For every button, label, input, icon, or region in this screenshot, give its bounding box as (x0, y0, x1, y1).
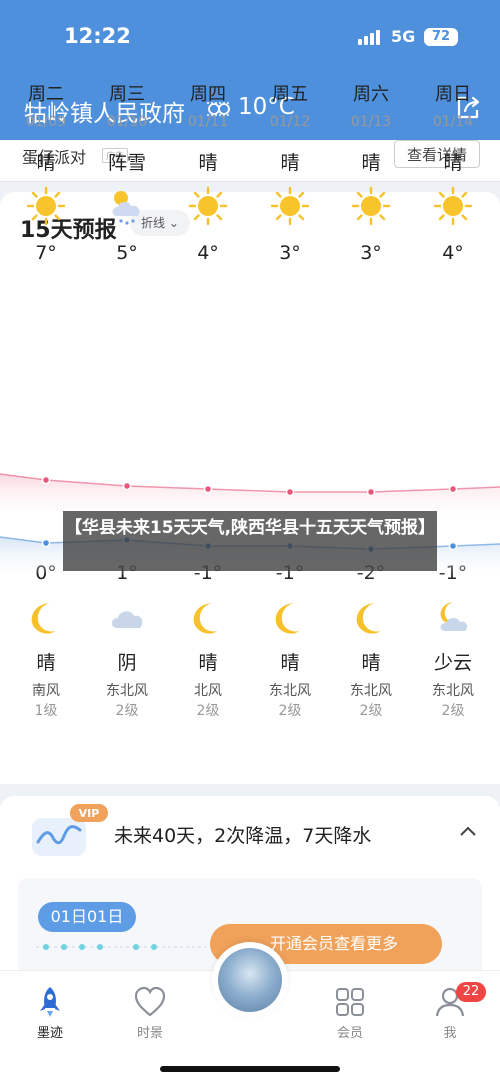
nav-item-scenes[interactable]: 时景 (120, 1022, 180, 1041)
forecast-night-condition: 晴 (280, 652, 300, 674)
sun-icon (26, 186, 66, 226)
nav-item-moji[interactable]: 墨迹 (20, 1022, 80, 1041)
battery-indicator: 72 (424, 28, 458, 46)
forecast-day-name: 周三 (109, 84, 145, 105)
forecast-night-condition: 少云 (433, 652, 472, 674)
forecast-day-name: 周日 (435, 84, 471, 105)
forecast-night-condition: 晴 (361, 652, 381, 674)
forecast-date: 01/14 (432, 114, 474, 130)
forecast-day-column[interactable]: 周四 01/11 晴 4° (168, 82, 248, 266)
forecast-day-condition: 晴 (280, 152, 300, 174)
forecast-high-temp: 7° (35, 242, 57, 264)
forecast-day-name: 周二 (28, 84, 64, 105)
forecast-wind-direction: 东北风 (269, 683, 311, 699)
forecast-day-condition: 晴 (198, 152, 218, 174)
status-bar: 12:22 5G 72 (0, 0, 500, 76)
vip-trend-icon: VIP (30, 802, 110, 858)
nav-item-me[interactable]: 我 (420, 1022, 480, 1041)
cloud-icon (107, 598, 147, 638)
moon-icon (270, 598, 310, 638)
forecast-high-temp: 5° (116, 242, 138, 264)
sun-icon (270, 186, 310, 226)
moon-icon (188, 598, 228, 638)
forecast-day-column[interactable]: 周六 01/13 晴 3° (331, 82, 411, 266)
grid-icon[interactable] (332, 984, 368, 1020)
forecast-wind-direction: 东北风 (432, 683, 474, 699)
chevron-up-icon[interactable] (458, 824, 478, 838)
forecast-day-name: 周四 (190, 84, 226, 105)
forecast-wind-level: 2级 (359, 703, 383, 719)
forecast-wind-direction: 东北风 (350, 683, 392, 699)
forecast-date: 01/09 (25, 114, 67, 130)
forecast-wind-level: 2级 (196, 703, 220, 719)
forecast-night-condition: 晴 (36, 652, 56, 674)
forecast-day-condition: 晴 (443, 152, 463, 174)
forecast-wind-level: 2级 (115, 703, 139, 719)
nav-item-member[interactable]: 会员 (320, 1022, 380, 1041)
forecast-high-temp: 4° (197, 242, 219, 264)
forecast-day-condition: 阵雪 (107, 152, 146, 174)
scene-thumbnail[interactable] (218, 948, 282, 1012)
forecast-high-temp: 4° (442, 242, 464, 264)
rocket-icon[interactable] (32, 984, 68, 1020)
forecast-wind-level: 1级 (34, 703, 58, 719)
sun-icon (351, 186, 391, 226)
forecast-high-temp: 3° (279, 242, 301, 264)
forecast-day-name: 周六 (353, 84, 389, 105)
forecast-night-condition: 阴 (117, 652, 137, 674)
forecast-wind-level: 2级 (441, 703, 465, 719)
forecast-date: 01/10 (106, 114, 148, 130)
forecast-night-condition: 晴 (198, 652, 218, 674)
forecast-wind-direction: 南风 (32, 683, 60, 699)
heart-icon[interactable] (132, 984, 168, 1020)
forecast-day-condition: 晴 (36, 152, 56, 174)
forecast-day-name: 周五 (272, 84, 308, 105)
forecast-day-column[interactable]: 周三 01/10 阵雪 5° (87, 82, 167, 266)
open-vip-label: 开通会员查看更多 (270, 934, 399, 953)
forecast-date: 01/11 (187, 114, 229, 130)
forecast-wind-direction: 北风 (194, 683, 222, 699)
vip-badge: VIP (79, 807, 100, 820)
article-title-overlay: 【华县未来15天天气,陕西华县十五天天气预报】 (63, 511, 437, 571)
signal-icon (358, 30, 380, 45)
sun-icon (433, 186, 473, 226)
moon-icon (351, 598, 391, 638)
network-type: 5G (391, 27, 416, 46)
forecast-day-column[interactable]: 周五 01/12 晴 3° (250, 82, 330, 266)
notification-badge: 22 (456, 982, 486, 1002)
status-time: 12:22 (64, 24, 131, 48)
snow-shower-icon (107, 186, 147, 226)
forecast-wind-level: 2级 (278, 703, 302, 719)
forecast-day-column[interactable]: 周日 01/14 晴 4° (413, 82, 493, 266)
forecast-date: 01/13 (350, 114, 392, 130)
sun-icon (188, 186, 228, 226)
partly-cloudy-night-icon (433, 598, 473, 638)
forecast-day-column[interactable]: 周二 01/09 晴 7° (6, 82, 86, 266)
moon-icon (26, 598, 66, 638)
home-indicator (160, 1066, 340, 1072)
forecast-wind-direction: 东北风 (106, 683, 148, 699)
vip-summary: 未来40天，2次降温，7天降水 (114, 825, 372, 847)
forecast-day-condition: 晴 (361, 152, 381, 174)
forecast-date: 01/12 (269, 114, 311, 130)
date-pill[interactable]: 01日01日 (38, 902, 136, 932)
forecast-high-temp: 3° (360, 242, 382, 264)
timeline-dots (36, 942, 206, 952)
